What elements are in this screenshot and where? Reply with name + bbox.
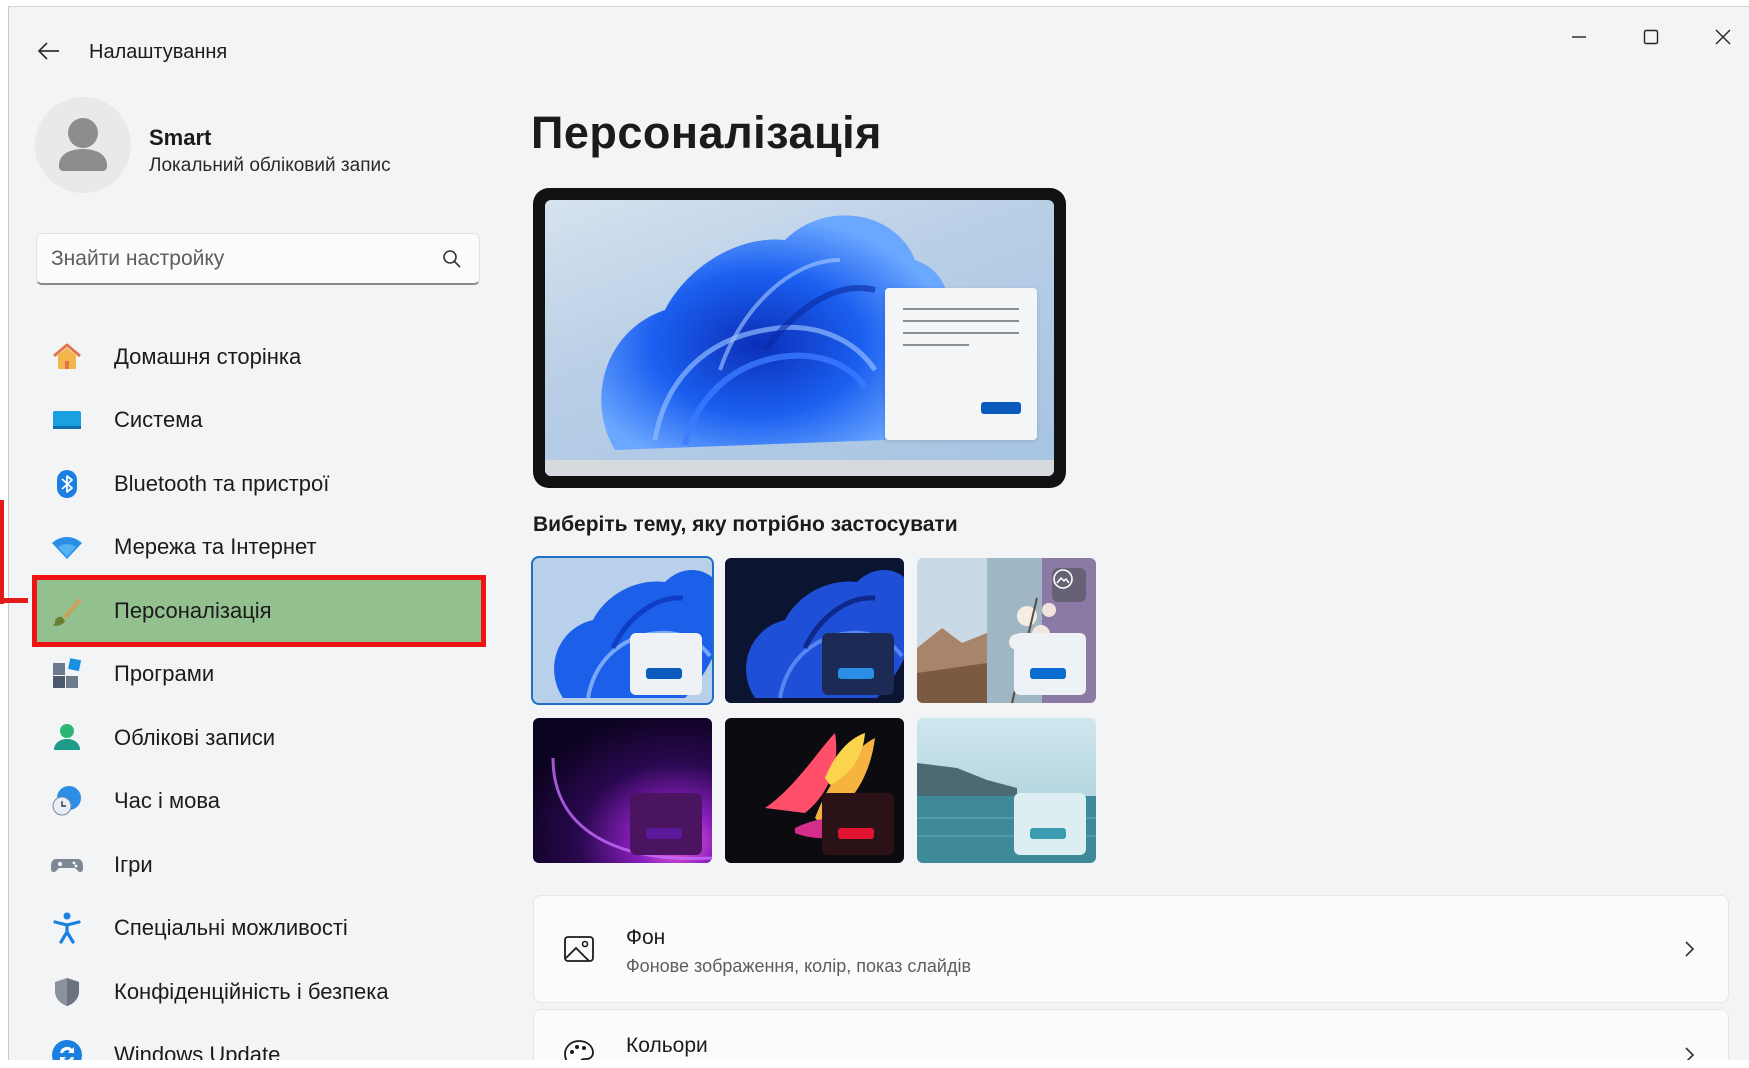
annotation-pointer-line (0, 500, 4, 604)
card-title: Кольори (626, 1034, 708, 1057)
theme-preview-badge (822, 793, 894, 855)
back-button[interactable] (31, 33, 67, 69)
sidebar-item-gaming[interactable]: Ігри (36, 833, 482, 897)
close-icon (1715, 29, 1731, 45)
annotation-pointer-line (0, 598, 28, 603)
theme-tile-captured-motion[interactable] (725, 718, 904, 863)
sidebar-item-label: Система (114, 407, 203, 433)
wifi-icon (50, 530, 84, 564)
sidebar-item-label: Час і мова (114, 788, 221, 814)
preview-text-line (903, 344, 969, 346)
theme-preview-badge (822, 633, 894, 695)
sidebar-item-accounts[interactable]: Облікові записи (36, 706, 482, 770)
sidebar-item-label: Ігри (114, 851, 153, 877)
time-language-icon (50, 784, 84, 818)
search-input[interactable] (51, 242, 431, 276)
gamepad-icon (50, 848, 84, 882)
account-type: Локальний обліковий запис (149, 155, 391, 176)
sidebar-item-apps[interactable]: Програми (36, 643, 482, 707)
page-bottom-strip (0, 1060, 1749, 1068)
app-title: Налаштування (89, 41, 228, 63)
preview-accent-button (981, 402, 1021, 414)
sidebar-item-label: Програми (114, 661, 215, 687)
avatar[interactable] (35, 97, 131, 193)
sidebar-item-accessibility[interactable]: Спеціальні можливості (36, 897, 482, 961)
sidebar-item-personalization[interactable]: Персоналізація (32, 575, 486, 646)
sidebar-item-network[interactable]: Мережа та Інтернет (36, 516, 482, 580)
desktop-preview (545, 200, 1054, 476)
sidebar-item-time-language[interactable]: Час і мова (36, 770, 482, 834)
preview-taskbar (545, 460, 1054, 476)
theme-preview-badge (630, 633, 702, 695)
close-button[interactable] (1693, 17, 1749, 57)
user-icon (59, 118, 107, 171)
maximize-button[interactable] (1621, 17, 1681, 57)
shield-icon (50, 975, 84, 1009)
sidebar-item-label: Конфіденційність і безпека (114, 978, 389, 1004)
apps-icon (50, 657, 84, 691)
theme-tile-glow[interactable] (533, 718, 712, 863)
spotlight-icon (1052, 568, 1086, 602)
search-icon[interactable] (441, 248, 463, 270)
theme-preview-badge (630, 793, 702, 855)
image-icon (564, 936, 594, 962)
bluetooth-icon (50, 467, 84, 501)
settings-window: Налаштування Smart Локальний обліковий з… (8, 6, 1749, 1068)
theme-tile-spotlight[interactable] (917, 558, 1096, 703)
title-bar: Налаштування (9, 7, 1749, 87)
brush-icon (50, 594, 84, 628)
accounts-icon (50, 721, 84, 755)
theme-preview-badge (1014, 793, 1086, 855)
sidebar-item-label: Bluetooth та пристрої (114, 470, 330, 496)
sidebar-item-label: Мережа та Інтернет (114, 534, 317, 560)
minimize-icon (1572, 36, 1586, 38)
theme-grid (531, 556, 1099, 863)
preview-text-line (903, 332, 1019, 334)
accessibility-icon (50, 911, 84, 945)
preview-window (885, 288, 1037, 440)
page-title: Персоналізація (531, 107, 882, 158)
sidebar-item-label: Спеціальні можливості (114, 915, 348, 941)
sidebar-item-label: Домашня сторінка (114, 343, 302, 369)
sidebar-item-bluetooth[interactable]: Bluetooth та пристрої (36, 452, 482, 516)
search-box[interactable] (36, 233, 480, 285)
sidebar-item-home[interactable]: Домашня сторінка (36, 325, 482, 389)
theme-tile-windows-light[interactable] (531, 556, 714, 705)
sidebar-item-system[interactable]: Система (36, 389, 482, 453)
sidebar-item-label: Персоналізація (114, 597, 272, 623)
theme-tile-flow[interactable] (917, 718, 1096, 863)
home-icon (50, 340, 84, 374)
chevron-right-icon (1685, 941, 1695, 957)
maximize-icon (1643, 29, 1659, 45)
card-subtitle: Фонове зображення, колір, показ слайдів (626, 956, 972, 976)
preview-text-line (903, 308, 1019, 310)
card-title: Фон (626, 926, 666, 949)
user-name: Smart (149, 125, 212, 150)
back-arrow-icon (38, 42, 59, 60)
theme-section-heading: Виберіть тему, яку потрібно застосувати (533, 513, 958, 536)
theme-tile-windows-dark[interactable] (725, 558, 904, 703)
sidebar-nav: Домашня сторінка Система Bluetooth та пр… (32, 325, 486, 1068)
preview-text-line (903, 320, 1019, 322)
minimize-button[interactable] (1549, 17, 1609, 57)
sidebar-item-privacy[interactable]: Конфіденційність і безпека (36, 960, 482, 1024)
sidebar-item-label: Облікові записи (114, 724, 276, 750)
theme-preview (533, 188, 1066, 488)
background-setting-card[interactable]: Фон Фонове зображення, колір, показ слай… (533, 895, 1729, 1003)
theme-preview-badge (1014, 633, 1086, 695)
system-monitor-icon (50, 403, 84, 437)
